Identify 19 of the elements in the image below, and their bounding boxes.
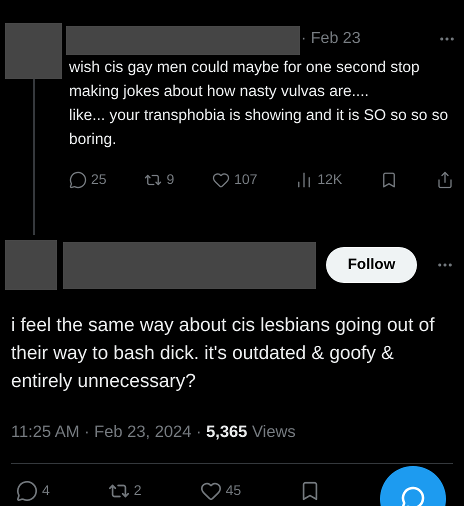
reply-icon [401, 486, 425, 506]
follow-button[interactable]: Follow [326, 247, 417, 283]
action-count: 107 [234, 170, 258, 189]
post-text: i feel the same way about cis lesbians going out of their way to bash dick. it's outdated & goofy & entirely unnecessary? [10, 314, 436, 394]
action-count: 2 [134, 481, 142, 500]
post-meta: 11:25 AM · Feb 23, 2024 · 5,365 Views [10, 422, 297, 443]
heart-icon[interactable] [212, 170, 230, 188]
post-date: · Feb 23 [301, 29, 361, 49]
action-count: 4 [42, 481, 50, 500]
avatar-placeholder [5, 23, 62, 79]
action-count: 9 [166, 170, 174, 189]
reply-icon[interactable] [69, 170, 87, 188]
action-count: 45 [226, 481, 242, 500]
action-count: 25 [91, 170, 107, 189]
post-text: wish cis gay men could maybe for one second stop making jokes about how nasty vulvas are.... like... your transphobia is showing and it is SO so so so boring. [68, 58, 450, 150]
avatar-placeholder [5, 240, 57, 290]
share-icon[interactable] [436, 170, 454, 188]
reply-icon[interactable] [16, 480, 38, 502]
action-count: 12K [317, 170, 342, 189]
